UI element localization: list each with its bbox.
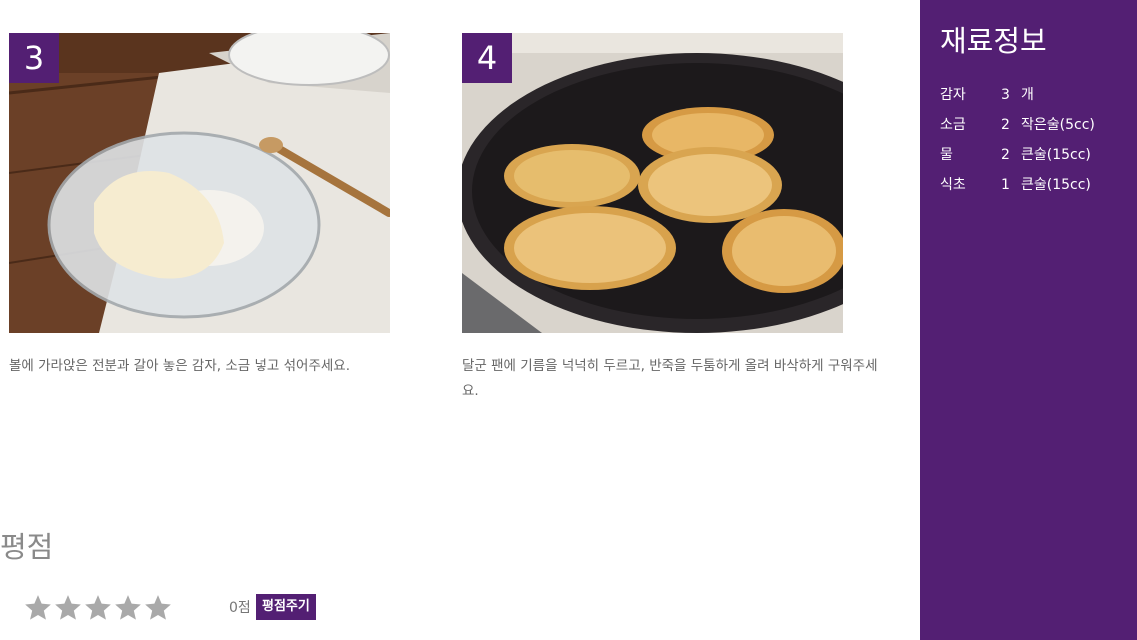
ingredient-unit: 큰술(15cc) xyxy=(1021,177,1091,193)
step-photo-frying-pan: 4 xyxy=(462,33,843,333)
rating-score: 0점 xyxy=(229,600,251,616)
ingredient-row: 감자 3 개 xyxy=(940,84,1095,114)
ingredient-name: 식초 xyxy=(940,177,966,193)
star-rating-input[interactable] xyxy=(24,594,172,622)
ingredient-qty: 1 xyxy=(1001,177,1010,193)
ingredient-unit: 개 xyxy=(1021,87,1034,103)
recipe-step-4: 4 달군 팬에 기름을 넉넉히 두르고, 반죽을 두툼하게 올려 바삭하게 구워… xyxy=(462,33,878,404)
submit-rating-button[interactable]: 평점주기 xyxy=(256,594,316,620)
star-icon[interactable] xyxy=(24,594,52,622)
ingredient-qty: 2 xyxy=(1001,147,1010,163)
star-icon[interactable] xyxy=(114,594,142,622)
rating-title: 평점 xyxy=(0,530,54,564)
ingredient-row: 소금 2 작은술(5cc) xyxy=(940,114,1095,144)
step-description: 볼에 가라앉은 전분과 갈아 놓은 감자, 소금 넣고 섞어주세요. xyxy=(9,358,350,374)
recipe-step-3: 3 볼에 가라앉은 전분과 갈아 놓은 감자, 소금 넣고 섞어주세요. xyxy=(9,33,390,379)
ingredient-name: 물 xyxy=(940,147,953,163)
step-photo-mixing-bowl: 3 xyxy=(9,33,390,333)
ingredient-unit: 작은술(5cc) xyxy=(1021,117,1095,133)
ingredients-sidebar: 재료정보 감자 3 개 소금 2 작은술(5cc) 물 2 큰술(15cc) 식… xyxy=(920,0,1137,640)
ingredient-unit: 큰술(15cc) xyxy=(1021,147,1091,163)
step-number-badge: 4 xyxy=(462,33,512,83)
star-icon[interactable] xyxy=(84,594,112,622)
sidebar-title: 재료정보 xyxy=(940,24,1047,58)
step-number-badge: 3 xyxy=(9,33,59,83)
star-icon[interactable] xyxy=(54,594,82,622)
step-description: 달군 팬에 기름을 넉넉히 두르고, 반죽을 두툼하게 올려 바삭하게 구워주세… xyxy=(462,358,878,399)
recipe-steps-area: 3 볼에 가라앉은 전분과 갈아 놓은 감자, 소금 넣고 섞어주세요. 4 달… xyxy=(0,0,920,640)
ingredient-row: 물 2 큰술(15cc) xyxy=(940,144,1095,174)
star-icon[interactable] xyxy=(144,594,172,622)
ingredient-name: 소금 xyxy=(940,117,966,133)
ingredient-name: 감자 xyxy=(940,87,966,103)
ingredient-list: 감자 3 개 소금 2 작은술(5cc) 물 2 큰술(15cc) 식초 1 큰… xyxy=(940,84,1095,204)
ingredient-qty: 3 xyxy=(1001,87,1010,103)
ingredient-qty: 2 xyxy=(1001,117,1010,133)
ingredient-row: 식초 1 큰술(15cc) xyxy=(940,174,1095,204)
